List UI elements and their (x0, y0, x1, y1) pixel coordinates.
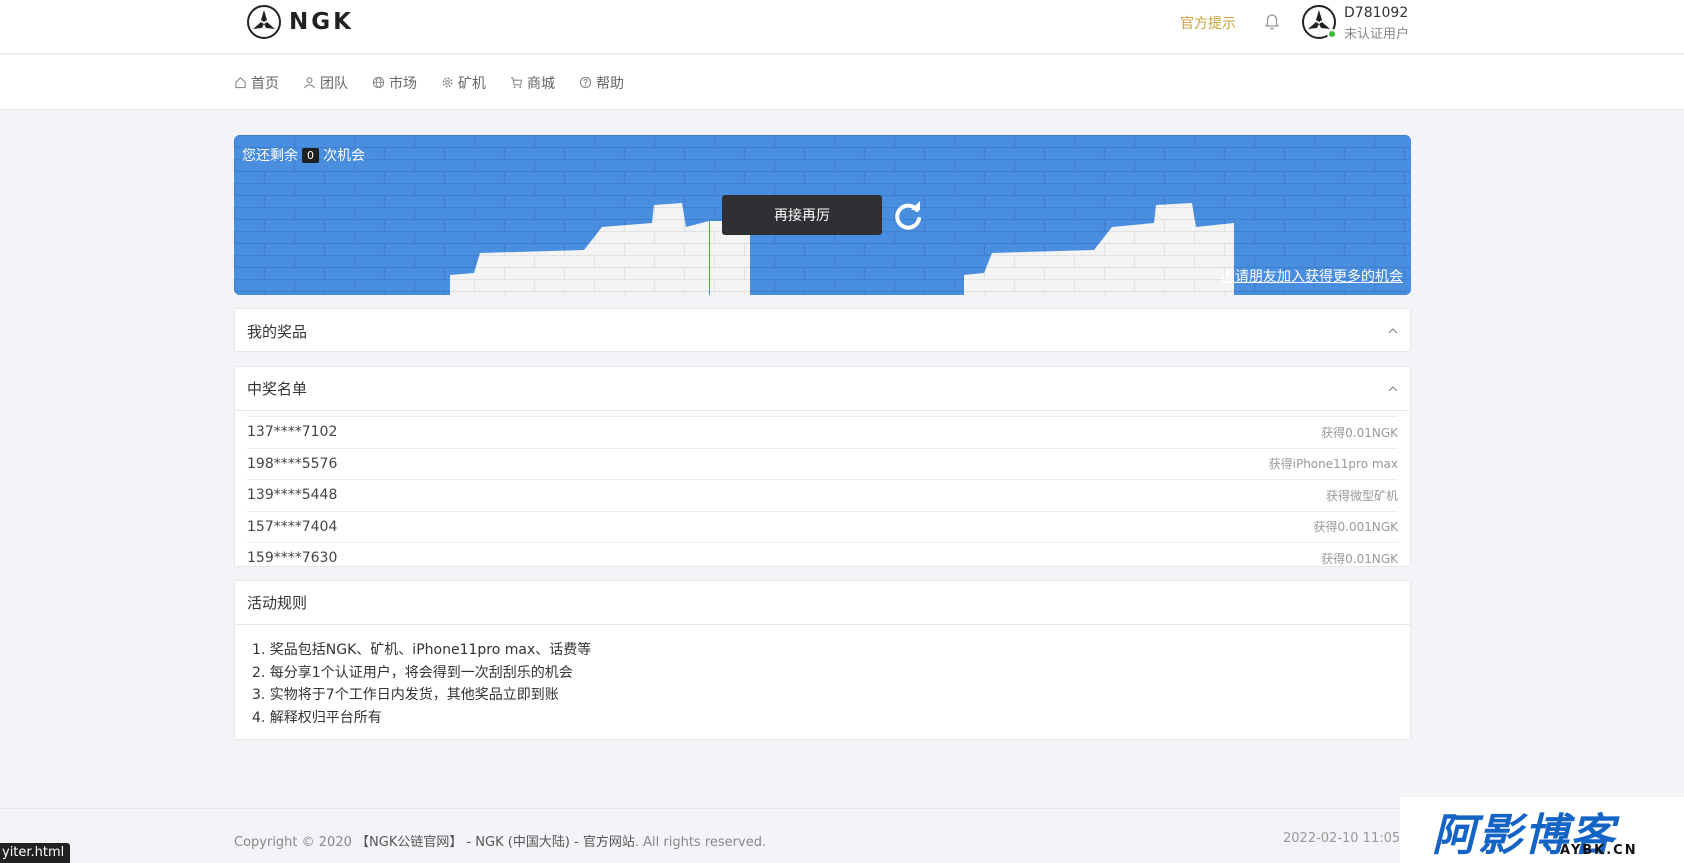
online-dot (1327, 29, 1337, 39)
panel-title: 活动规则 (247, 594, 308, 612)
user-icon (303, 77, 316, 89)
refresh-icon[interactable] (892, 199, 924, 231)
winner-prize: 获得0.01NGK (1321, 425, 1398, 440)
winner-phone: 159****7630 (247, 550, 338, 567)
winners-header[interactable]: 中奖名单 (235, 367, 1410, 411)
invite-link[interactable]: 邀请朋友加入获得更多的机会 (1221, 266, 1403, 286)
winner-phone: 198****5576 (247, 455, 338, 472)
nav-item-market[interactable]: 市场 (372, 73, 417, 93)
help-icon (579, 76, 592, 89)
table-row: 157****7404 获得0.001NGK (247, 510, 1399, 543)
my-prizes-header[interactable]: 我的奖品 (235, 309, 1410, 353)
main-nav: 首页 团队 市场 矿机 商城 帮助 (0, 55, 1684, 110)
winner-prize: 获得0.001NGK (1313, 520, 1399, 535)
logo-text: NGK (289, 9, 354, 35)
copyright: Copyright © 2020 【NGK公链官网】 - NGK (中国大陆) … (234, 831, 766, 850)
nav-label: 帮助 (596, 75, 624, 92)
cart-icon (510, 77, 523, 89)
nav-item-help[interactable]: 帮助 (579, 73, 624, 93)
status-bar-url: yiter.html (0, 843, 71, 863)
nav-label: 市场 (389, 75, 417, 92)
panel-title: 中奖名单 (247, 380, 308, 398)
winner-list[interactable]: 137****7102 获得0.01NGK 198****5576 获得iPho… (235, 411, 1410, 567)
table-row: 159****7630 获得0.01NGK (247, 542, 1398, 567)
table-row: 137****7102 获得0.01NGK (247, 416, 1398, 448)
chevron-up-icon[interactable] (1388, 327, 1398, 335)
watermark: 阿影博客 AYBK.CN (1400, 797, 1684, 863)
copyright-site-link[interactable]: 【NGK公链官网】 - NGK (中国大陆) - 官方网站 (356, 835, 635, 850)
watermark-sub: AYBK.CN (1560, 843, 1638, 858)
nav-item-miner[interactable]: 矿机 (441, 73, 486, 93)
nav-item-shop[interactable]: 商城 (510, 73, 555, 93)
rules-list: 1. 奖品包括NGK、矿机、iPhone11pro max、话费等 2. 每分享… (235, 625, 1410, 729)
nav-item-home[interactable]: 首页 (234, 73, 279, 93)
gear-icon (442, 77, 453, 88)
winner-phone: 139****5448 (247, 487, 338, 504)
bell-icon[interactable] (1264, 13, 1280, 31)
nav-item-team[interactable]: 团队 (303, 73, 348, 93)
table-row: 198****5576 获得iPhone11pro max (247, 447, 1398, 480)
nav-label: 首页 (251, 75, 279, 92)
copyright-suffix: . All rights reserved. (634, 835, 767, 850)
rule-item: 3. 实物将于7个工作日内发货，其他奖品立即到账 (252, 687, 559, 703)
scratch-card[interactable]: 您还剩余 0 次机会 再接再厉 邀请朋友加入获得更多的机会 (234, 135, 1411, 295)
winners-panel: 中奖名单 137****7102 获得0.01NGK 198****5576 获… (234, 366, 1411, 567)
user-id[interactable]: D781092 (1344, 5, 1408, 21)
winner-prize: 获得微型矿机 (1325, 488, 1398, 503)
avatar[interactable] (1302, 5, 1337, 39)
footer-datetime: 2022-02-10 11:05 (1283, 831, 1401, 846)
panel-title: 我的奖品 (247, 322, 308, 341)
home-icon (235, 77, 246, 89)
nav-label: 商城 (527, 75, 555, 92)
top-header: NGK 官方提示 D781092 未认证用户 (0, 0, 1684, 54)
winner-prize: 获得0.01NGK (1321, 551, 1398, 566)
copyright-prefix: Copyright © 2020 (234, 835, 352, 850)
remaining-chances: 您还剩余 0 次机会 (242, 145, 365, 165)
rule-item: 2. 每分享1个认证用户，将会得到一次刮刮乐的机会 (252, 664, 573, 681)
nav-label: 矿机 (458, 75, 486, 92)
remain-prefix: 您还剩余 (242, 148, 298, 164)
rules-header: 活动规则 (235, 581, 1410, 625)
logo[interactable]: NGK (247, 5, 354, 39)
remain-count: 0 (302, 147, 319, 163)
nav-label: 团队 (320, 75, 348, 92)
my-prizes-panel: 我的奖品 (234, 308, 1411, 352)
remain-suffix: 次机会 (323, 148, 365, 164)
winner-phone: 157****7404 (247, 518, 338, 535)
user-status: 未认证用户 (1344, 27, 1410, 42)
official-notice-link[interactable]: 官方提示 (1180, 13, 1236, 33)
retry-button[interactable]: 再接再厉 (722, 195, 882, 235)
rule-item: 4. 解释权归平台所有 (252, 709, 382, 726)
ngk-logo-icon (247, 5, 281, 39)
rule-item: 1. 奖品包括NGK、矿机、iPhone11pro max、话费等 (252, 642, 592, 658)
winner-prize: 获得iPhone11pro max (1268, 457, 1398, 472)
chevron-up-icon[interactable] (1388, 385, 1398, 393)
winner-phone: 137****7102 (247, 424, 338, 441)
table-row: 139****5448 获得微型矿机 (247, 479, 1398, 511)
rules-panel: 活动规则 1. 奖品包括NGK、矿机、iPhone11pro max、话费等 2… (234, 580, 1411, 740)
globe-icon (372, 76, 385, 89)
